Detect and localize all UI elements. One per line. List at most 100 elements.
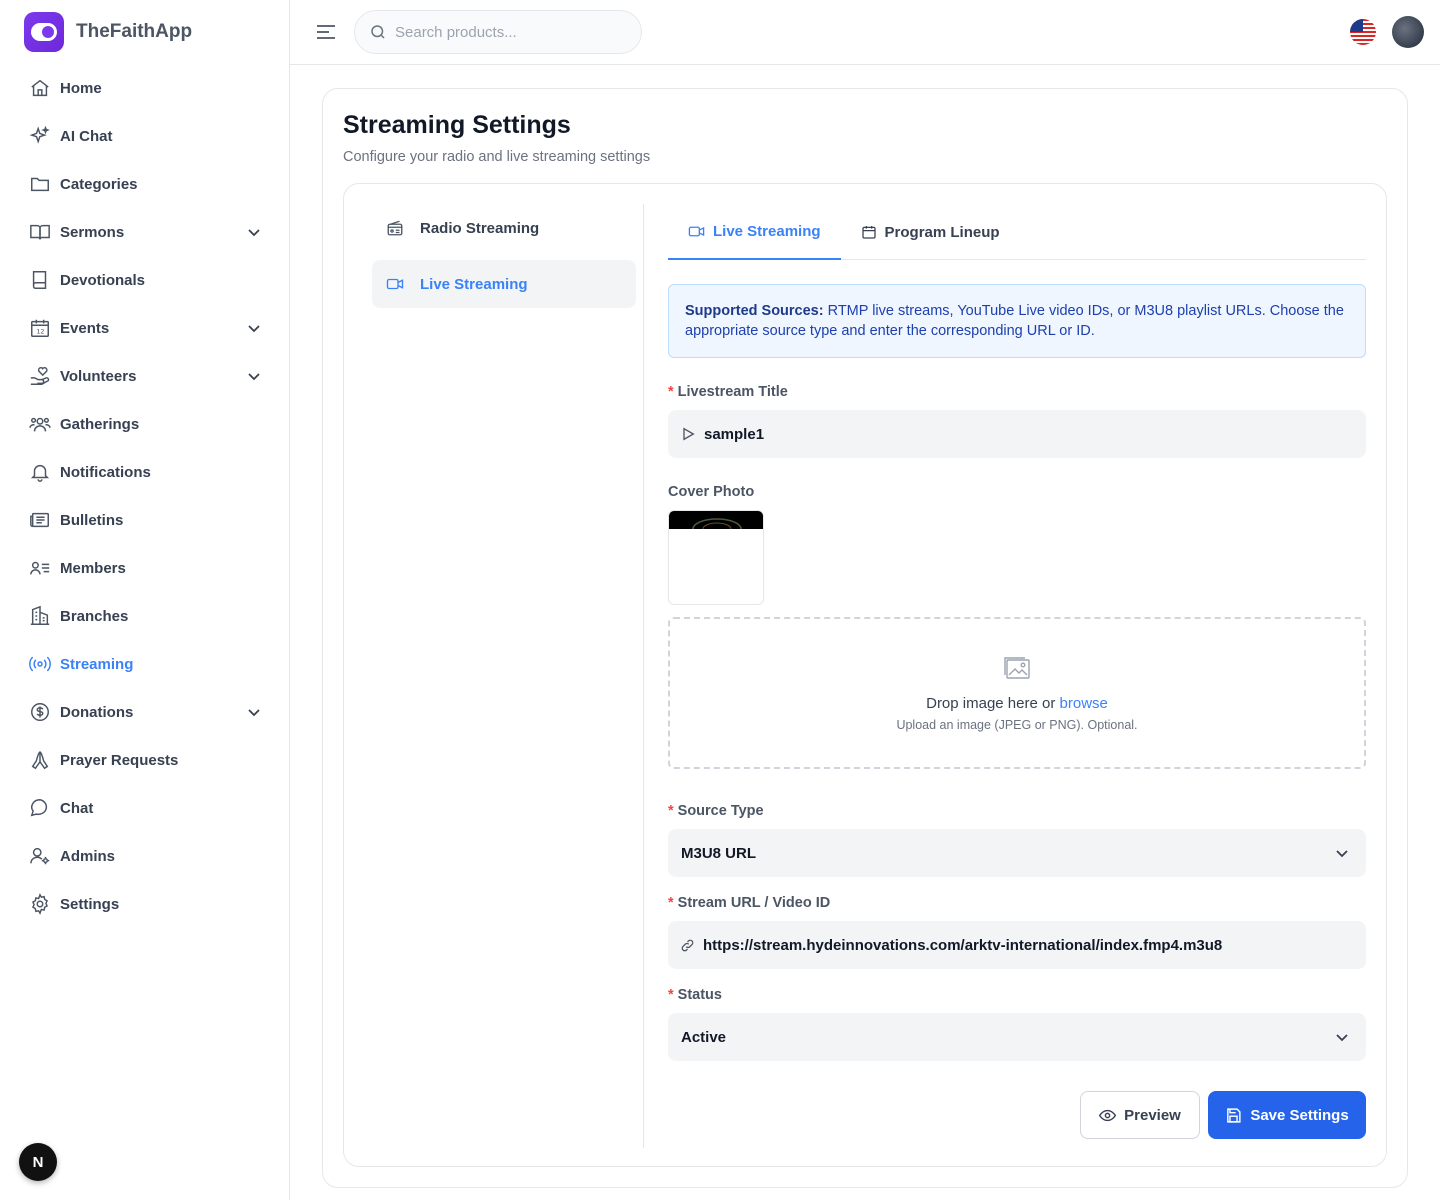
broadcast-icon — [28, 652, 52, 676]
sidebar-item-sermons[interactable]: Sermons — [16, 208, 274, 256]
preview-label: Preview — [1124, 1106, 1181, 1124]
field-label-text: Stream URL / Video ID — [677, 895, 831, 911]
settings-menu: Radio Streaming Live Streaming — [372, 204, 636, 316]
radio-icon — [386, 219, 404, 237]
search-input[interactable] — [395, 23, 635, 41]
sidebar-item-label: Settings — [60, 895, 120, 913]
required-marker: * — [668, 803, 674, 819]
main-card: Streaming Settings Configure your radio … — [322, 88, 1408, 1188]
chevron-down-icon — [1334, 845, 1350, 861]
chevron-down-icon[interactable] — [246, 320, 262, 336]
search-box[interactable] — [354, 10, 642, 54]
field-label-text: Source Type — [677, 803, 764, 819]
menu-item-live-streaming[interactable]: Live Streaming — [372, 260, 636, 308]
dropzone-text: Drop image here or browse — [926, 695, 1108, 712]
sidebar-item-label: Bulletins — [60, 511, 124, 529]
stream-url-field[interactable]: https://stream.hydeinnovations.com/arktv… — [668, 921, 1366, 969]
sidebar-item-label: Gatherings — [60, 415, 140, 433]
sidebar-item-members[interactable]: Members — [16, 544, 274, 592]
brand[interactable]: TheFaithApp — [24, 12, 192, 52]
menu-toggle-icon[interactable] — [314, 20, 338, 44]
sidebar-item-chat[interactable]: Chat — [16, 784, 274, 832]
source-type-value: M3U8 URL — [681, 844, 757, 862]
sidebar-nav: Home AI Chat Categories Sermons Devotion… — [16, 64, 274, 928]
sidebar-item-settings[interactable]: Settings — [16, 880, 274, 928]
sidebar-item-ai-chat[interactable]: AI Chat — [16, 112, 274, 160]
us-flag-icon[interactable] — [1350, 19, 1376, 45]
sidebar-item-label: Members — [60, 559, 126, 577]
source-type-select[interactable]: M3U8 URL — [668, 829, 1366, 877]
livestream-title-value: sample1 — [704, 425, 765, 443]
chevron-down-icon[interactable] — [246, 224, 262, 240]
sidebar-item-bulletins[interactable]: Bulletins — [16, 496, 274, 544]
action-buttons: Preview Save Settings — [1080, 1091, 1366, 1139]
newspaper-icon — [28, 508, 52, 532]
calendar-icon — [861, 224, 877, 240]
page-title: Streaming Settings — [343, 111, 571, 139]
sidebar-item-admins[interactable]: Admins — [16, 832, 274, 880]
required-marker: * — [668, 384, 674, 400]
sidebar-item-label: Prayer Requests — [60, 751, 179, 769]
sidebar-item-volunteers[interactable]: Volunteers — [16, 352, 274, 400]
app-logo-icon — [24, 12, 64, 52]
sidebar-item-prayer-requests[interactable]: Prayer Requests — [16, 736, 274, 784]
sparkles-icon — [28, 124, 52, 148]
sidebar-item-label: Categories — [60, 175, 138, 193]
sidebar-item-home[interactable]: Home — [16, 64, 274, 112]
source-type-label: * Source Type — [668, 803, 1366, 819]
livestream-title-label: * Livestream Title — [668, 384, 1366, 400]
cover-photo-thumbnail[interactable] — [668, 510, 764, 605]
chevron-down-icon[interactable] — [246, 368, 262, 384]
required-marker: * — [668, 895, 674, 911]
field-label-text: Status — [677, 987, 722, 1003]
sidebar-item-devotionals[interactable]: Devotionals — [16, 256, 274, 304]
sidebar-item-label: AI Chat — [60, 127, 113, 145]
preview-button[interactable]: Preview — [1080, 1091, 1200, 1139]
tab-live-streaming[interactable]: Live Streaming — [668, 204, 841, 260]
app-name: TheFaithApp — [76, 21, 193, 42]
user-cog-icon — [28, 844, 52, 868]
status-select[interactable]: Active — [668, 1013, 1366, 1061]
tab-label: Program Lineup — [884, 223, 1000, 241]
dev-tools-badge[interactable]: N — [19, 1143, 57, 1181]
supported-sources-info: Supported Sources: RTMP live streams, Yo… — [668, 284, 1366, 358]
sidebar-item-label: Volunteers — [60, 367, 137, 385]
sidebar-item-label: Sermons — [60, 223, 125, 241]
chevron-down-icon[interactable] — [246, 704, 262, 720]
menu-item-radio-streaming[interactable]: Radio Streaming — [372, 204, 636, 252]
hand-heart-icon — [28, 364, 52, 388]
cover-photo-label: Cover Photo — [668, 484, 755, 500]
browse-link[interactable]: browse — [1060, 695, 1108, 712]
sidebar-item-branches[interactable]: Branches — [16, 592, 274, 640]
building-icon — [28, 604, 52, 628]
field-label-text: Livestream Title — [677, 384, 788, 400]
status-value: Active — [681, 1028, 727, 1046]
sidebar-item-label: Branches — [60, 607, 129, 625]
sidebar-item-notifications[interactable]: Notifications — [16, 448, 274, 496]
chat-bubble-icon — [28, 796, 52, 820]
sidebar-item-streaming[interactable]: Streaming — [16, 640, 274, 688]
livestream-title-field[interactable]: sample1 — [668, 410, 1366, 458]
sidebar-item-categories[interactable]: Categories — [16, 160, 274, 208]
save-label: Save Settings — [1250, 1106, 1349, 1124]
avatar[interactable] — [1392, 16, 1424, 48]
sidebar-item-events[interactable]: 12 Events — [16, 304, 274, 352]
save-icon — [1225, 1107, 1242, 1124]
menu-item-label: Radio Streaming — [420, 219, 540, 237]
dropzone-text-label: Drop image here or — [926, 694, 1060, 712]
page-subtitle: Configure your radio and live streaming … — [343, 149, 651, 165]
sidebar-item-label: Admins — [60, 847, 116, 865]
tab-program-lineup[interactable]: Program Lineup — [841, 204, 1020, 260]
image-dropzone[interactable]: Drop image here or browse Upload an imag… — [668, 617, 1366, 769]
folder-icon — [28, 172, 52, 196]
bell-icon — [28, 460, 52, 484]
user-list-icon — [28, 556, 52, 580]
status-label: * Status — [668, 987, 1366, 1003]
sidebar-item-donations[interactable]: Donations — [16, 688, 274, 736]
live-streaming-content: Live Streaming Program Lineup Supported … — [668, 204, 1366, 1139]
required-marker: * — [668, 987, 674, 1003]
save-settings-button[interactable]: Save Settings — [1208, 1091, 1366, 1139]
sidebar-item-gatherings[interactable]: Gatherings — [16, 400, 274, 448]
sidebar-item-label: Streaming — [60, 655, 134, 673]
svg-text:12: 12 — [36, 328, 44, 336]
